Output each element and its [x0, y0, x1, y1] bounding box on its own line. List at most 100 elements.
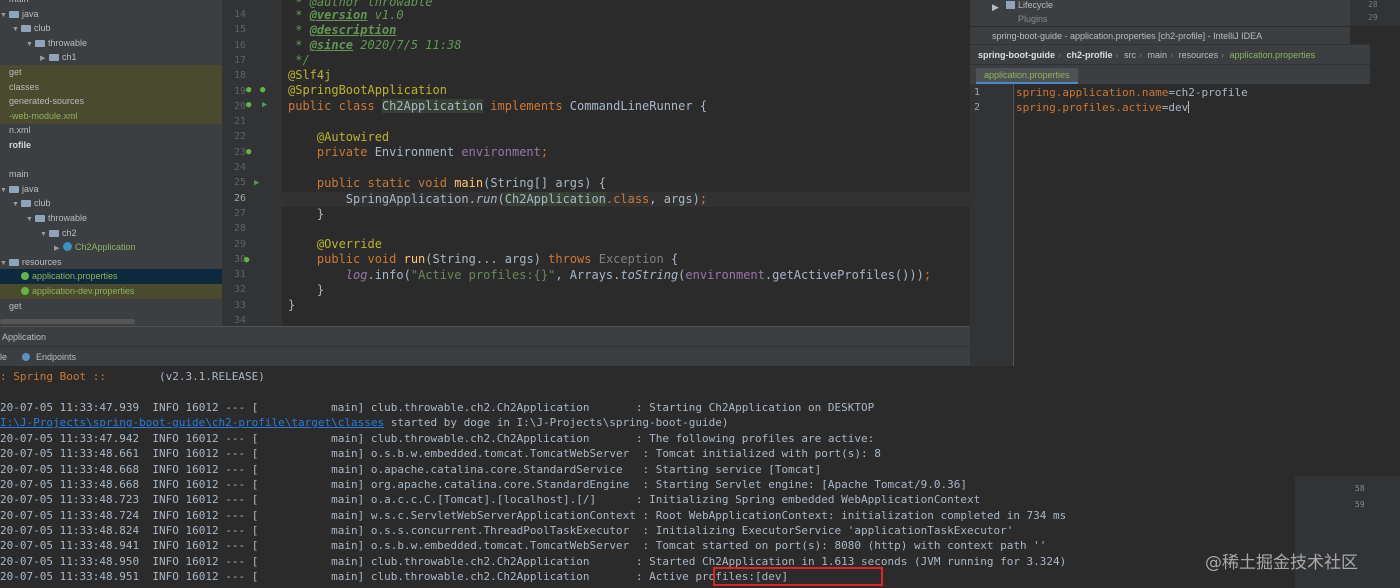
- folder-icon: [9, 185, 19, 193]
- tree-row[interactable]: ▼ club: [0, 21, 222, 36]
- tree-row[interactable]: ▼ throwable: [0, 36, 222, 51]
- tree-row-label: ch2: [62, 227, 77, 238]
- tree-row-label: application.properties: [32, 271, 118, 282]
- tree-row[interactable]: get: [0, 299, 222, 314]
- log-level: INFO: [152, 401, 179, 414]
- spring-properties-icon: [21, 287, 29, 295]
- tree-row[interactable]: n.xml: [0, 123, 222, 138]
- tree-row[interactable]: ▶ ch1: [0, 50, 222, 65]
- override-icon[interactable]: ●: [244, 255, 249, 265]
- line-number: 30: [233, 253, 246, 265]
- log-message: : Tomcat initialized with port(s): 8: [642, 447, 881, 460]
- spring-bean-icon[interactable]: ●: [246, 100, 251, 110]
- tree-row-label: throwable: [48, 37, 88, 48]
- tab-endpoints[interactable]: Endpoints: [36, 347, 76, 367]
- log-logger: club.throwable.ch2.Ch2Application: [370, 432, 630, 445]
- spring-bean-icon[interactable]: ●: [246, 85, 251, 95]
- tree-row[interactable]: ▼ throwable: [0, 211, 222, 226]
- breadcrumb-project[interactable]: spring-boot-guide: [978, 50, 1055, 60]
- breadcrumb-main[interactable]: main: [1148, 50, 1168, 60]
- log-message: : The following profiles are active:: [635, 432, 875, 445]
- classpath-suffix: started by doge in I:\J-Projects\spring-…: [384, 416, 729, 429]
- run-console[interactable]: : Spring Boot :: (v2.3.1.RELEASE) 20-07-…: [0, 366, 1400, 588]
- breadcrumb-module[interactable]: ch2-profile: [1067, 50, 1113, 60]
- folder-icon: [49, 54, 59, 62]
- tree-row[interactable]: rofile: [0, 138, 222, 153]
- window-title: spring-boot-guide - application.properti…: [970, 26, 1350, 44]
- breadcrumb-resources[interactable]: resources: [1179, 50, 1219, 60]
- code-line-23: @Autowired: [316, 130, 390, 144]
- log-thread: main: [331, 570, 358, 583]
- log-level: INFO: [152, 539, 179, 552]
- log-thread: main: [331, 539, 358, 552]
- log-pid: 16012: [185, 539, 219, 552]
- tree-row[interactable]: main: [0, 167, 222, 182]
- tab-console[interactable]: le: [0, 347, 7, 367]
- tree-row[interactable]: application.properties: [0, 269, 222, 285]
- log-line: 20-07-05 11:33:48.668 INFO 16012 --- [ m…: [0, 478, 967, 491]
- tree-row[interactable]: get: [0, 65, 222, 80]
- project-tree[interactable]: main▼java▼club▼throwable▶ch1getclassesge…: [0, 0, 222, 326]
- log-level: INFO: [152, 524, 179, 537]
- log-line: 20-07-05 11:33:48.668 INFO 16012 --- [ m…: [0, 463, 822, 476]
- code-line-32: log.info("Active profiles:{}", Arrays.to…: [345, 268, 932, 282]
- log-timestamp: 20-07-05 11:33:48.668: [0, 478, 140, 491]
- line-number: 34: [233, 315, 246, 326]
- property-line-2[interactable]: spring.profiles.active=dev: [1016, 101, 1190, 114]
- code-line-33: }: [288, 283, 325, 297]
- tree-row[interactable]: classes: [0, 79, 222, 95]
- code-line-18: */: [288, 53, 310, 67]
- maven-lifecycle-item[interactable]: Lifecycle: [1018, 0, 1053, 10]
- log-timestamp: 20-07-05 11:33:48.941: [0, 539, 140, 552]
- banner-prefix: : Spring Boot ::: [0, 370, 106, 383]
- run-gutter-icon[interactable]: ▶: [254, 178, 259, 188]
- tree-row[interactable]: ▼ resources: [0, 255, 222, 270]
- tree-row[interactable]: ▼ java: [0, 182, 222, 197]
- tree-row[interactable]: -web-module.xml: [0, 108, 222, 124]
- log-timestamp: 20-07-05 11:33:48.950: [0, 555, 140, 568]
- tree-row[interactable]: application-dev.properties: [0, 284, 222, 299]
- tree-row[interactable]: ▶ Ch2Application: [0, 240, 222, 255]
- line-number: 26: [233, 192, 246, 204]
- spring-bean-icon[interactable]: ●: [260, 85, 265, 95]
- log-level: INFO: [152, 493, 179, 506]
- tree-row-label: classes: [9, 81, 40, 92]
- property-value: dev: [1168, 101, 1189, 114]
- log-logger: club.throwable.ch2.Ch2Application: [370, 570, 630, 583]
- property-line-1[interactable]: spring.application.name=ch2-profile: [1016, 86, 1248, 99]
- line-number: 17: [233, 54, 246, 66]
- tree-row-label: resources: [22, 256, 62, 267]
- classpath-link[interactable]: I:\J-Projects\spring-boot-guide\ch2-prof…: [0, 416, 384, 429]
- log-thread: main: [331, 478, 358, 491]
- log-pid: 16012: [185, 401, 219, 414]
- log-line: 20-07-05 11:33:48.724 INFO 16012 --- [ m…: [0, 509, 1067, 522]
- code-line-17: * @since 2020/7/5 11:38: [288, 38, 462, 52]
- horizontal-scrollbar[interactable]: [0, 319, 135, 324]
- tree-row[interactable]: [0, 153, 222, 168]
- log-message: : Initializing ExecutorService 'applicat…: [642, 524, 1014, 537]
- spring-bean-icon[interactable]: ●: [246, 147, 251, 157]
- tree-row-label: ch1: [62, 52, 77, 63]
- tree-row[interactable]: ▼ java: [0, 7, 222, 22]
- breadcrumb-file[interactable]: application.properties: [1230, 50, 1316, 60]
- editor-gutter: 14 15 16 17 18 19 20 21 22 23 24 25 26 27 28 29 30 31 32 33…: [222, 0, 282, 326]
- log-logger: o.s.s.concurrent.ThreadPoolTaskExecutor: [370, 524, 636, 537]
- maven-arrow-icon: ▶: [992, 2, 999, 12]
- tree-row[interactable]: ▼ club: [0, 196, 222, 211]
- log-thread: main: [331, 509, 358, 522]
- folder-icon: [21, 200, 31, 208]
- tab-application-properties[interactable]: application.properties: [976, 68, 1078, 84]
- breadcrumb-src[interactable]: src: [1124, 50, 1136, 60]
- maven-plugins-item[interactable]: Plugins: [1018, 14, 1048, 24]
- folder-icon: [1006, 1, 1015, 9]
- tree-row[interactable]: ▼ ch2: [0, 226, 222, 241]
- code-line-26: public static void main(String[] args) {: [316, 176, 606, 190]
- log-timestamp: 20-07-05 11:33:48.723: [0, 493, 140, 506]
- run-window-header[interactable]: Application: [0, 326, 970, 346]
- tree-row-label: -web-module.xml: [9, 110, 78, 121]
- run-gutter-icon[interactable]: ▶: [262, 100, 267, 110]
- code-editor[interactable]: * @author throwable * @version v1.0 * @d…: [282, 0, 970, 326]
- tree-row[interactable]: generated-sources: [0, 94, 222, 110]
- line-number: 20: [233, 100, 246, 112]
- line-number: 14: [233, 9, 246, 20]
